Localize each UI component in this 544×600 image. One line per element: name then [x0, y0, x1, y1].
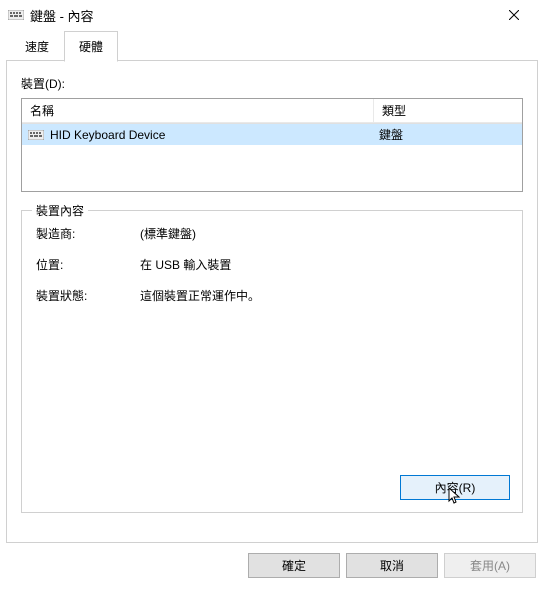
- properties-button-label: 內容(R): [435, 479, 476, 496]
- close-icon: [509, 10, 519, 20]
- status-label: 裝置狀態:: [36, 287, 140, 304]
- tabstrip: 速度 硬體: [0, 30, 544, 61]
- keyboard-icon: [28, 130, 44, 140]
- device-row-name: HID Keyboard Device: [50, 128, 377, 142]
- titlebar: 鍵盤 - 內容: [0, 0, 544, 30]
- properties-button[interactable]: 內容(R): [400, 475, 510, 500]
- column-type[interactable]: 類型: [374, 99, 522, 123]
- device-list[interactable]: 名稱 類型 HID Keyboard Device 鍵盤: [21, 98, 523, 192]
- column-name[interactable]: 名稱: [22, 99, 374, 123]
- apply-button: 套用(A): [444, 553, 536, 578]
- location-value: 在 USB 輸入裝置: [140, 256, 508, 273]
- tab-hardware[interactable]: 硬體: [64, 31, 118, 62]
- manufacturer-value: (標準鍵盤): [140, 225, 508, 242]
- status-row: 裝置狀態: 這個裝置正常運作中。: [36, 287, 508, 304]
- location-row: 位置: 在 USB 輸入裝置: [36, 256, 508, 273]
- dialog-footer: 確定 取消 套用(A): [0, 543, 544, 578]
- close-button[interactable]: [492, 1, 536, 29]
- device-details-legend: 裝置內容: [32, 202, 88, 219]
- device-row[interactable]: HID Keyboard Device 鍵盤: [22, 124, 522, 145]
- status-value: 這個裝置正常運作中。: [140, 287, 508, 304]
- device-row-type: 鍵盤: [377, 126, 522, 143]
- window-title: 鍵盤 - 內容: [30, 6, 492, 25]
- device-list-header: 名稱 類型: [22, 99, 522, 124]
- tab-content-hardware: 裝置(D): 名稱 類型 HID Keyboard Device 鍵盤 裝置內容: [6, 61, 538, 543]
- location-label: 位置:: [36, 256, 140, 273]
- tab-speed[interactable]: 速度: [10, 31, 64, 62]
- ok-button[interactable]: 確定: [248, 553, 340, 578]
- devices-caption: 裝置(D):: [21, 75, 523, 92]
- keyboard-icon: [8, 9, 24, 21]
- manufacturer-label: 製造商:: [36, 225, 140, 242]
- cancel-button[interactable]: 取消: [346, 553, 438, 578]
- device-details-fieldset: 裝置內容 製造商: (標準鍵盤) 位置: 在 USB 輸入裝置 裝置狀態: 這個…: [21, 210, 523, 513]
- manufacturer-row: 製造商: (標準鍵盤): [36, 225, 508, 242]
